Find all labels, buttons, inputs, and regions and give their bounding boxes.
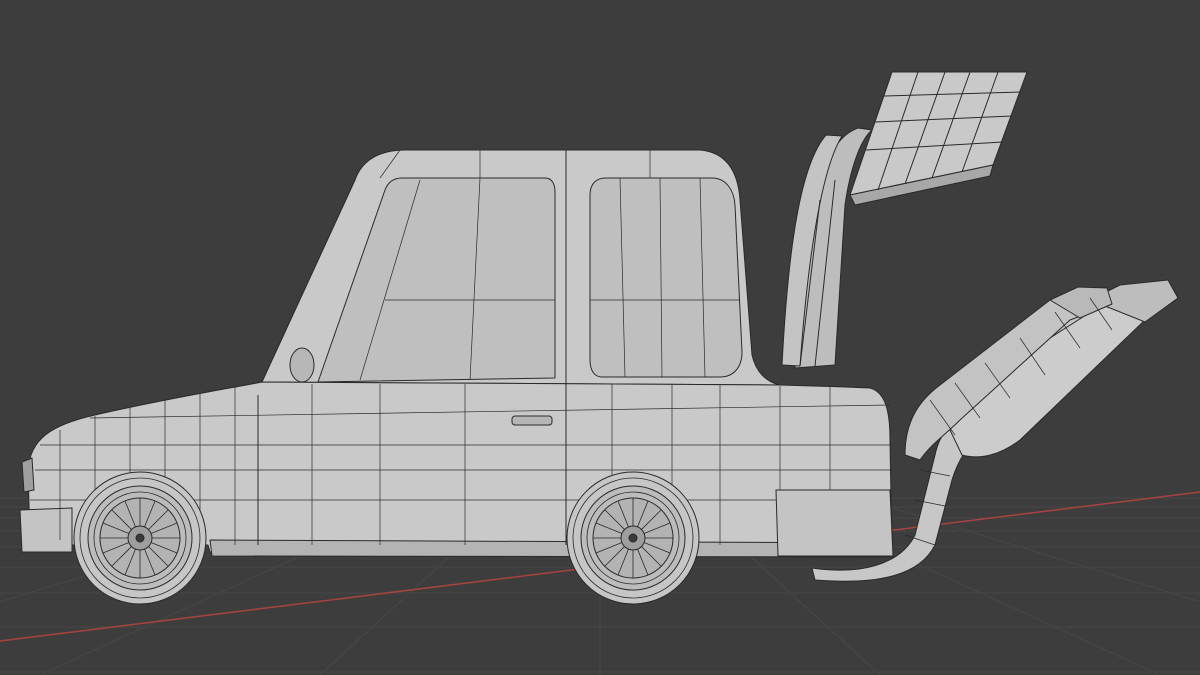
headlight [21,457,35,493]
rear-window[interactable] [589,177,743,378]
front-bumper[interactable] [19,507,73,553]
3d-viewport[interactable] [0,0,1200,675]
rear-wing[interactable] [781,71,1028,369]
front-wheel[interactable] [73,471,207,605]
door-handle[interactable] [511,415,553,426]
rear-wheel[interactable] [566,471,700,605]
rear-bumper[interactable] [775,489,894,557]
side-mirror[interactable] [289,347,315,383]
viewport-canvas[interactable] [0,0,1200,675]
car-mesh[interactable] [19,71,1179,605]
